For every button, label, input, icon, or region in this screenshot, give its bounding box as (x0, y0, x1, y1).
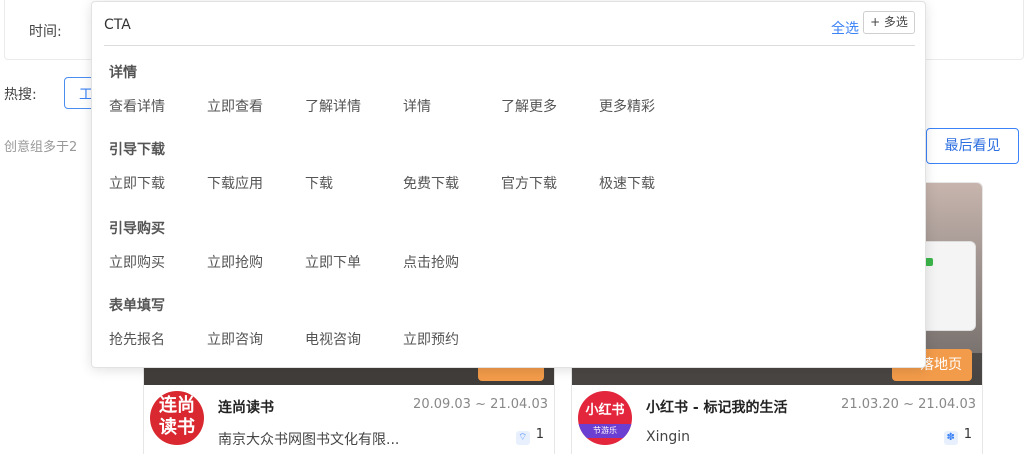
cta-option[interactable]: 抢先报名 (109, 329, 165, 349)
cta-option[interactable]: 更多精彩 (599, 96, 655, 116)
hot-search-label: 热搜: (4, 87, 37, 103)
cta-option[interactable]: 详情 (403, 96, 431, 116)
cta-group-purchase: 引导购买 立即购买 立即抢购 立即下单 点击抢购 (109, 218, 459, 274)
cta-option[interactable]: 极速下载 (599, 173, 655, 193)
time-label: 时间: (29, 24, 62, 40)
app-logo: 小红书 节游乐 (578, 391, 632, 445)
app-name: 连尚读书 (218, 400, 274, 416)
cta-group-details: 详情 查看详情 立即查看 了解详情 详情 了解更多 更多精彩 (109, 62, 655, 118)
cta-option[interactable]: 下载 (305, 173, 333, 193)
company-name: 南京大众书网图书文化有限... (218, 432, 400, 448)
cta-option[interactable]: 免费下载 (403, 173, 459, 193)
cta-option[interactable]: 立即抢购 (207, 252, 263, 272)
group-title: 表单填写 (109, 298, 165, 314)
select-all-link[interactable]: 全选 (831, 18, 859, 38)
app-name: 小红书 - 标记我的生活 (646, 400, 788, 416)
cta-option[interactable]: 电视咨询 (305, 329, 361, 349)
date-range: 20.09.03 ~ 21.04.03 (413, 397, 548, 412)
cta-group-download: 引导下载 立即下载 下载应用 下载 免费下载 官方下载 极速下载 (109, 139, 655, 195)
cta-option[interactable]: 点击抢购 (403, 252, 459, 272)
placement-count: ✽ 1 (943, 427, 972, 445)
cta-option[interactable]: 立即查看 (207, 96, 263, 116)
cta-option[interactable]: 立即购买 (109, 252, 165, 272)
app-logo: 连尚 读书 (150, 391, 204, 445)
paw-icon: ✽ (943, 431, 958, 445)
cta-option[interactable]: 立即下载 (109, 173, 165, 193)
cta-group-form: 表单填写 抢先报名 立即咨询 电视咨询 立即预约 (109, 295, 459, 351)
cta-option[interactable]: 立即咨询 (207, 329, 263, 349)
cta-option[interactable]: 下载应用 (207, 173, 263, 193)
cta-option[interactable]: 了解详情 (305, 96, 361, 116)
last-seen-button[interactable]: 最后看见 (926, 128, 1019, 164)
placement-count: ⌔ 1 (515, 427, 544, 445)
company-name: Xingin (646, 429, 691, 445)
cta-option[interactable]: 立即下单 (305, 252, 361, 272)
cta-dropdown-panel: CTA 全选 + 多选 详情 查看详情 立即查看 了解详情 详情 了解更多 更多… (91, 1, 926, 368)
cta-option[interactable]: 了解更多 (501, 96, 557, 116)
creative-count-text: 创意组多于2 (4, 140, 78, 155)
wifi-icon: ⌔ (515, 431, 530, 445)
cta-option[interactable]: 官方下载 (501, 173, 557, 193)
date-range: 21.03.20 ~ 21.04.03 (841, 397, 976, 412)
multi-select-button[interactable]: + 多选 (863, 11, 915, 34)
group-title: 引导购买 (109, 221, 165, 237)
panel-header: CTA 全选 + 多选 (104, 2, 915, 46)
group-title: 引导下载 (109, 142, 165, 158)
group-title: 详情 (109, 65, 137, 81)
cta-option[interactable]: 查看详情 (109, 96, 165, 116)
panel-title: CTA (104, 17, 131, 33)
cta-option[interactable]: 立即预约 (403, 329, 459, 349)
